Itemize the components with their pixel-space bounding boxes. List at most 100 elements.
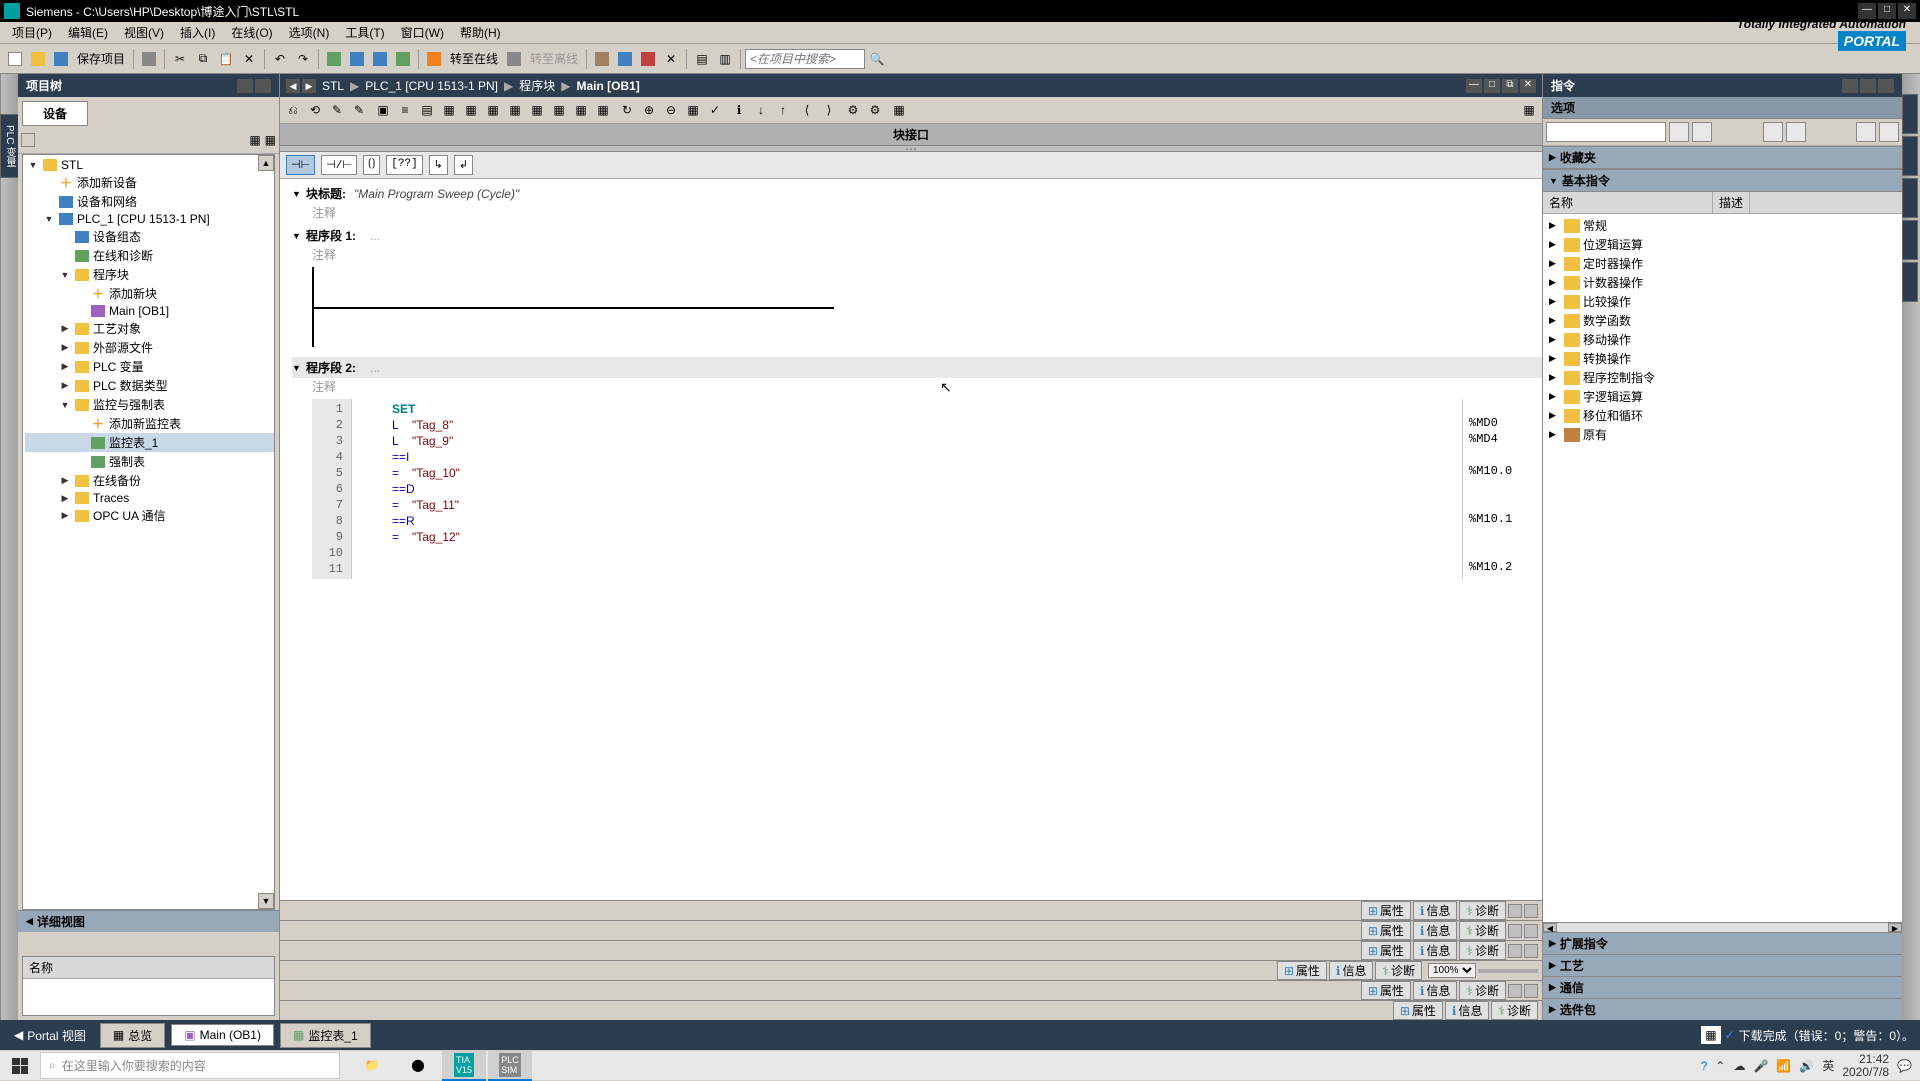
tree-node-8[interactable]: Main [OB1] xyxy=(25,303,274,319)
portal-view-button[interactable]: ◀ Portal 视图 xyxy=(6,1025,94,1046)
print-button[interactable] xyxy=(138,48,160,70)
tree-node-16[interactable]: 强制表 xyxy=(25,452,274,471)
menu-window[interactable]: 窗口(W) xyxy=(393,22,452,43)
tree-node-2[interactable]: 设备和网络 xyxy=(25,192,274,211)
chevron-right-icon[interactable]: ▶ xyxy=(1549,391,1561,402)
tree-scroll-up[interactable]: ▲ xyxy=(258,155,274,171)
tree-scroll-down[interactable]: ▼ xyxy=(258,893,274,909)
tray-cloud-icon[interactable]: ☁ xyxy=(1733,1059,1745,1073)
chevron-right-icon[interactable]: ▶ xyxy=(1549,315,1561,326)
sb-tab-watch-table[interactable]: ▦ 监控表_1 xyxy=(280,1023,371,1048)
editor-float-button[interactable]: ⧉ xyxy=(1502,79,1518,93)
tree-node-1[interactable]: ＋添加新设备 xyxy=(25,173,274,192)
favorites-header[interactable]: ▶ 收藏夹 xyxy=(1543,146,1902,169)
block-comment[interactable]: 注释 xyxy=(292,204,1542,221)
tree-tb-2[interactable]: ▦ xyxy=(249,133,260,150)
tree-expand-icon[interactable]: ▶ xyxy=(59,323,71,334)
instruction-category-6[interactable]: ▶移动操作 xyxy=(1545,330,1900,349)
et-btn-24[interactable]: ⟨ xyxy=(797,100,817,120)
collapsed-section-1[interactable]: ▶工艺 xyxy=(1543,954,1902,976)
stl-code-area[interactable]: SETL"Tag_8"L"Tag_9"==I="Tag_10"==D="Tag_… xyxy=(352,399,1462,579)
collapsed-section-0[interactable]: ▶扩展指令 xyxy=(1543,932,1902,954)
cut-button[interactable]: ✂ xyxy=(169,48,191,70)
chevron-right-icon[interactable]: ▶ xyxy=(1549,372,1561,383)
tree-node-5[interactable]: 在线和诊断 xyxy=(25,246,274,265)
instr-horizontal-scrollbar[interactable]: ◀ ▶ xyxy=(1543,922,1902,932)
bt-win-5[interactable] xyxy=(1508,944,1522,958)
go-online-button[interactable] xyxy=(423,48,445,70)
download-button[interactable] xyxy=(346,48,368,70)
fav-collapse[interactable]: ▶ xyxy=(1549,152,1556,163)
tab-info-6[interactable]: ℹ信息 xyxy=(1445,1001,1490,1020)
rst-tab-4[interactable] xyxy=(1902,220,1918,260)
network-1-body[interactable] xyxy=(312,267,1542,347)
tab-info-4[interactable]: ℹ信息 xyxy=(1329,961,1374,980)
et-btn-8[interactable]: ▦ xyxy=(439,100,459,120)
editor-body[interactable]: ▼ 块标题: "Main Program Sweep (Cycle)" 注释 ▼… xyxy=(280,179,1542,900)
tree-node-19[interactable]: ▶OPC UA 通信 xyxy=(25,506,274,525)
save-project-button[interactable] xyxy=(50,48,72,70)
sb-tab-overview[interactable]: ▦ 总览 xyxy=(100,1023,165,1048)
stl-code-line[interactable]: ==I xyxy=(352,449,1462,465)
instr-scroll-left[interactable]: ◀ xyxy=(1543,923,1557,932)
tree-node-7[interactable]: ＋添加新块 xyxy=(25,284,274,303)
et-btn-6[interactable]: ≡ xyxy=(395,100,415,120)
tb-btn-d[interactable]: ✕ xyxy=(660,48,682,70)
block-title-value[interactable]: "Main Program Sweep (Cycle)" xyxy=(354,187,519,201)
instruction-category-8[interactable]: ▶程序控制指令 xyxy=(1545,368,1900,387)
device-tab[interactable]: 设备 xyxy=(22,101,88,126)
chevron-right-icon[interactable]: ▶ xyxy=(1549,277,1561,288)
collapsed-section-2[interactable]: ▶通信 xyxy=(1543,976,1902,998)
tree-expand-icon[interactable]: ▼ xyxy=(59,270,71,280)
task-explorer[interactable]: 📁 xyxy=(350,1051,394,1081)
tree-expand-icon[interactable]: ▶ xyxy=(59,493,71,504)
tab-diagnostics-4[interactable]: ⚕诊断 xyxy=(1375,961,1422,980)
tree-node-3[interactable]: ▼PLC_1 [CPU 1513-1 PN] xyxy=(25,211,274,227)
bc-nav-left[interactable]: ◀ xyxy=(286,79,300,93)
tree-node-15[interactable]: 监控表_1 xyxy=(25,433,274,452)
instr-scroll-track[interactable] xyxy=(1557,923,1888,932)
instruction-category-0[interactable]: ▶常规 xyxy=(1545,216,1900,235)
chevron-right-icon[interactable]: ▶ xyxy=(1549,353,1561,364)
stl-code-line[interactable]: ="Tag_12" xyxy=(352,529,1462,545)
et-btn-19[interactable]: ▦ xyxy=(683,100,703,120)
tree-node-13[interactable]: ▼监控与强制表 xyxy=(25,395,274,414)
instr-header-btn-3[interactable] xyxy=(1878,79,1894,93)
et-btn-15[interactable]: ▦ xyxy=(593,100,613,120)
stl-code-line[interactable]: ==R xyxy=(352,513,1462,529)
tab-info[interactable]: ℹ信息 xyxy=(1413,901,1458,920)
bt-win-4[interactable] xyxy=(1524,924,1538,938)
instruction-category-3[interactable]: ▶计数器操作 xyxy=(1545,273,1900,292)
menu-edit[interactable]: 编辑(E) xyxy=(60,22,116,43)
task-tia-portal[interactable]: TIAV15 xyxy=(442,1051,486,1081)
menu-help[interactable]: 帮助(H) xyxy=(452,22,509,43)
rst-tab-5[interactable] xyxy=(1902,262,1918,302)
tree-node-9[interactable]: ▶工艺对象 xyxy=(25,319,274,338)
split-h-button[interactable]: ▤ xyxy=(691,48,713,70)
sb-tab-main-ob1[interactable]: ▣ Main (OB1) xyxy=(171,1024,274,1046)
tab-properties-6[interactable]: ⊞属性 xyxy=(1393,1001,1443,1020)
redo-button[interactable]: ↷ xyxy=(292,48,314,70)
chevron-right-icon[interactable]: ▶ xyxy=(1549,982,1556,993)
start-button[interactable] xyxy=(0,1051,40,1081)
tree-expand-icon[interactable]: ▼ xyxy=(59,400,71,410)
tree-tb-1[interactable] xyxy=(21,133,35,150)
network-2-body[interactable]: 1234567891011 SETL"Tag_8"L"Tag_9"==I="Ta… xyxy=(312,399,1542,579)
tab-info-3[interactable]: ℹ信息 xyxy=(1413,941,1458,960)
instruction-category-9[interactable]: ▶字逻辑运算 xyxy=(1545,387,1900,406)
tab-properties-5[interactable]: ⊞属性 xyxy=(1361,981,1411,1000)
collapsed-section-3[interactable]: ▶选件包 xyxy=(1543,998,1902,1020)
stl-code-line[interactable]: ="Tag_11" xyxy=(352,497,1462,513)
left-tab-plc-tags[interactable]: PLC 变量 xyxy=(0,114,19,178)
et-btn-12[interactable]: ▦ xyxy=(527,100,547,120)
et-btn-9[interactable]: ▦ xyxy=(461,100,481,120)
tree-header-btn-1[interactable] xyxy=(237,79,253,93)
detail-view-header[interactable]: ◀ 详细视图 xyxy=(18,911,279,932)
tray-chevron-icon[interactable]: ⌃ xyxy=(1715,1059,1725,1073)
instr-search-btn-2[interactable] xyxy=(1692,122,1712,142)
tab-diagnostics-3[interactable]: ⚕诊断 xyxy=(1459,941,1506,960)
tb-btn-c[interactable] xyxy=(637,48,659,70)
system-clock[interactable]: 21:42 2020/7/8 xyxy=(1842,1053,1889,1079)
bc-item-2[interactable]: 程序块 xyxy=(519,77,555,94)
basic-instructions-header[interactable]: ▼ 基本指令 xyxy=(1543,169,1902,192)
